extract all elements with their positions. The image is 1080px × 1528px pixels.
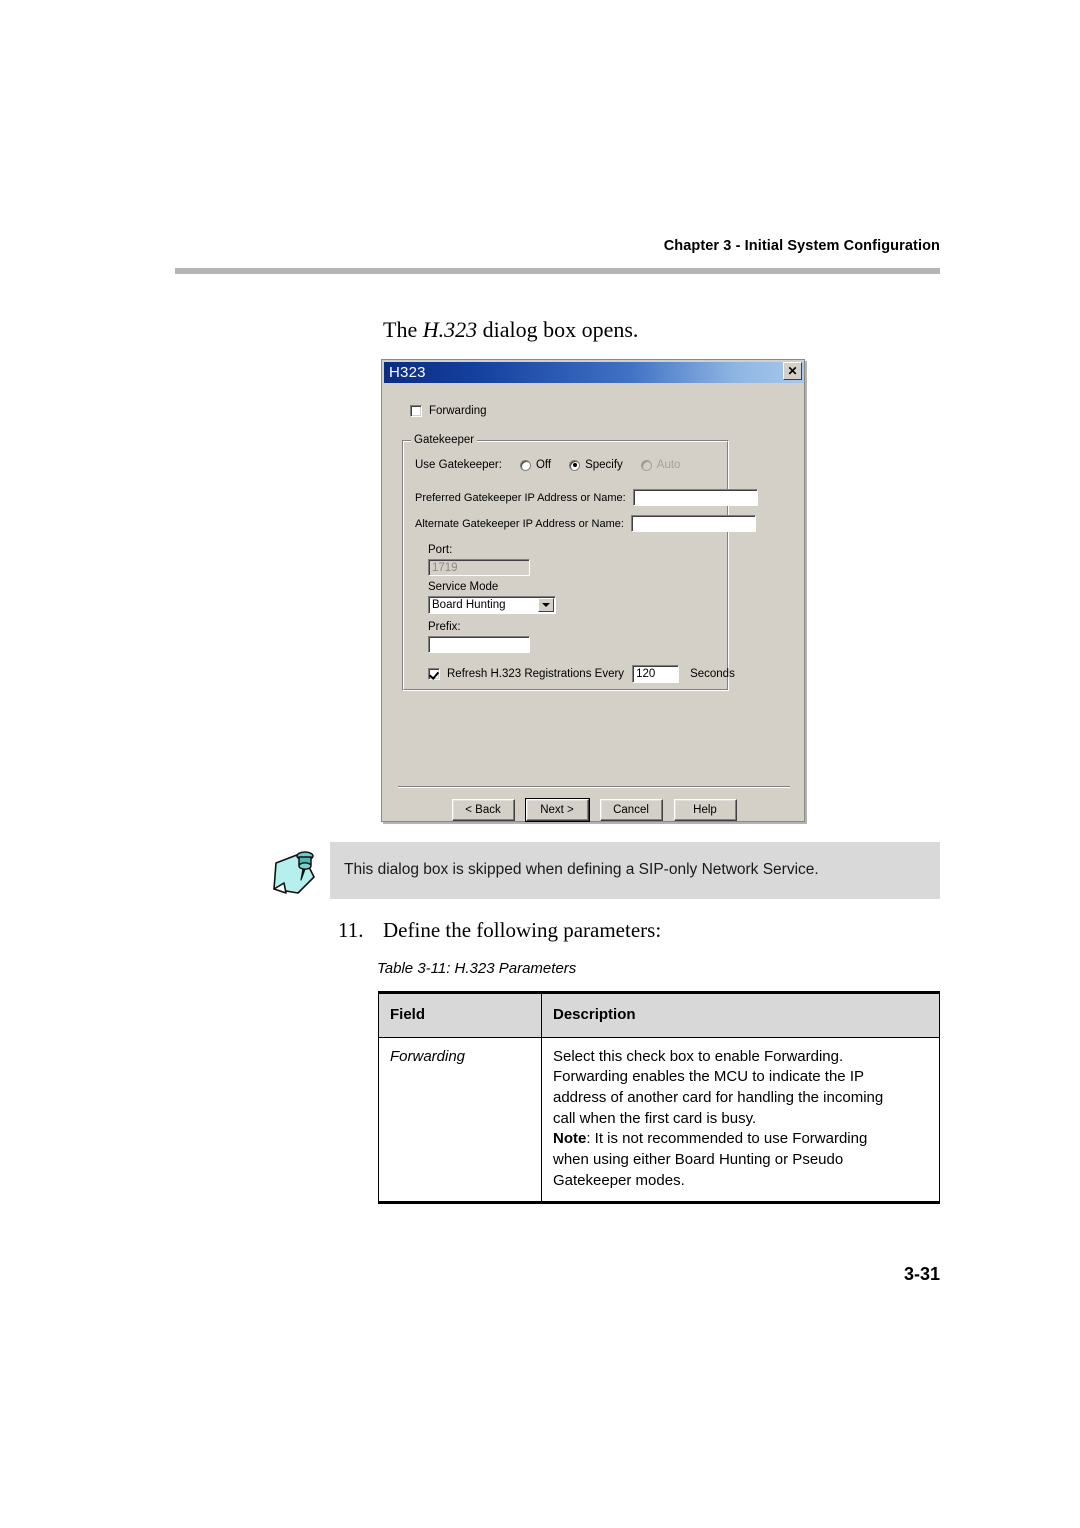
help-button[interactable]: Help (673, 799, 737, 821)
step-text: Define the following parameters: (383, 918, 662, 942)
gatekeeper-group-title: Gatekeeper (411, 434, 478, 446)
dialog-button-separator (398, 786, 790, 788)
intro-text-after: dialog box opens. (477, 317, 639, 342)
table-header-field: Field (378, 992, 542, 1038)
table-row: Forwarding Select this check box to enab… (378, 1036, 940, 1203)
forwarding-checkbox[interactable] (410, 405, 422, 417)
note-pushpin-icon (273, 851, 315, 894)
service-mode-value: Board Hunting (432, 599, 506, 611)
note-callout-text: This dialog box is skipped when defining… (344, 861, 819, 878)
chevron-down-icon[interactable] (538, 598, 554, 612)
description-line: address of another card for handling the… (553, 1089, 884, 1107)
radio-off[interactable] (519, 459, 531, 471)
description-line: call when the first card is busy. (553, 1109, 757, 1127)
next-button[interactable]: Next > (524, 798, 590, 822)
refresh-registrations-label: Refresh H.323 Registrations Every (447, 668, 625, 680)
preferred-gatekeeper-label: Preferred Gatekeeper IP Address or Name: (415, 491, 626, 504)
radio-specify-label: Specify (585, 459, 623, 471)
use-gatekeeper-label: Use Gatekeeper: (415, 459, 502, 471)
table-header-description: Description (541, 992, 940, 1038)
radio-specify[interactable] (569, 459, 581, 471)
radio-off-label: Off (535, 459, 552, 471)
dialog-button-row: < Back Next > Cancel Help (384, 798, 804, 822)
description-line: Forwarding enables the MCU to indicate t… (553, 1068, 864, 1086)
h323-parameters-table: Field Description Forwarding Select this… (378, 991, 940, 1204)
dialog-body: Forwarding Gatekeeper Use Gatekeeper: Of… (384, 383, 804, 822)
h323-dialog-window: H323 ✕ Forwarding Gatekeeper Use Gatekee… (381, 359, 805, 822)
refresh-interval-input[interactable]: 120 (632, 665, 680, 683)
preferred-gatekeeper-row: Preferred Gatekeeper IP Address or Name: (415, 489, 758, 506)
table-caption: Table 3-11: H.323 Parameters (377, 960, 577, 977)
port-label: Port: (428, 544, 453, 556)
radio-specify-wrap[interactable]: Specify (569, 459, 623, 471)
forwarding-checkbox-row[interactable]: Forwarding (410, 405, 487, 417)
cancel-button[interactable]: Cancel (599, 799, 663, 821)
table-cell-description: Select this check box to enable Forwardi… (541, 1036, 940, 1203)
page-number: 3-31 (903, 1264, 940, 1284)
gatekeeper-groupbox: Gatekeeper Use Gatekeeper: Off Specify A… (402, 434, 758, 691)
use-gatekeeper-row: Use Gatekeeper: Off Specify Auto (415, 459, 680, 471)
service-mode-label: Service Mode (428, 581, 499, 593)
intro-text-italic: H.323 (422, 317, 478, 342)
forwarding-checkbox-label: Forwarding (429, 405, 487, 417)
description-note-line: when using either Board Hunting or Pseud… (553, 1151, 844, 1169)
close-icon[interactable]: ✕ (783, 362, 802, 380)
note-callout-box: This dialog box is skipped when defining… (330, 842, 940, 899)
table-header-row: Field Description (378, 992, 940, 1038)
table-cell-field: Forwarding (378, 1036, 542, 1203)
step-number: 11. (338, 918, 364, 942)
back-button[interactable]: < Back (451, 799, 515, 821)
intro-text-before: The (383, 317, 423, 342)
port-input: 1719 (428, 559, 530, 576)
intro-sentence: The H.323 dialog box opens. (383, 317, 638, 343)
alternate-gatekeeper-input[interactable] (630, 515, 756, 532)
refresh-interval-units: Seconds (690, 668, 735, 680)
refresh-registrations-row[interactable]: Refresh H.323 Registrations Every 120 Se… (428, 665, 735, 683)
radio-auto-wrap: Auto (640, 459, 681, 471)
description-note-first-line: Note: It is not recommended to use Forwa… (553, 1129, 928, 1150)
prefix-input[interactable] (428, 636, 530, 653)
radio-auto-label: Auto (656, 459, 681, 471)
alternate-gatekeeper-label: Alternate Gatekeeper IP Address or Name: (415, 517, 624, 530)
header-rule (175, 268, 940, 274)
description-note-line: Gatekeeper modes. (553, 1171, 685, 1189)
description-line: Select this check box to enable Forwardi… (553, 1047, 844, 1065)
description-note-line: : It is not recommended to use Forwardin… (586, 1130, 868, 1148)
prefix-label: Prefix: (428, 621, 461, 633)
description-note-label: Note (553, 1130, 587, 1148)
preferred-gatekeeper-input[interactable] (632, 489, 758, 506)
radio-off-wrap[interactable]: Off (519, 459, 552, 471)
page-header-chapter-title: Chapter 3 - Initial System Configuration (663, 238, 940, 254)
radio-auto (640, 459, 652, 471)
service-mode-dropdown[interactable]: Board Hunting (428, 596, 556, 614)
dialog-titlebar[interactable]: H323 (384, 362, 804, 383)
refresh-registrations-checkbox[interactable] (428, 668, 440, 680)
dialog-title: H323 (389, 364, 426, 381)
alternate-gatekeeper-row: Alternate Gatekeeper IP Address or Name: (415, 515, 756, 532)
